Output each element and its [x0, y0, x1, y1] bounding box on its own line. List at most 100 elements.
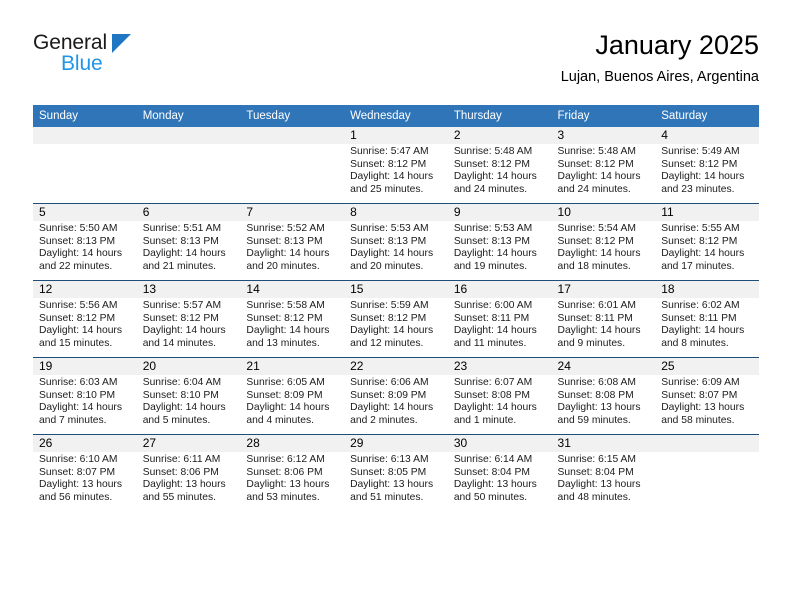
day-number: 8: [344, 204, 448, 221]
calendar-day-cell[interactable]: 28 Sunrise: 6:12 AM Sunset: 8:06 PM Dayligh…: [240, 434, 345, 511]
day-details: Sunrise: 6:10 AM Sunset: 8:07 PM Daylight:…: [33, 452, 137, 504]
day-details: Sunrise: 5:58 AM Sunset: 8:12 PM Daylight:…: [240, 298, 344, 350]
day-cell-inner: 7 Sunrise: 5:52 AM Sunset: 8:13 PM Daylight…: [240, 204, 345, 280]
weekday-header-wednesday: Wednesday: [344, 105, 448, 127]
day-cell-inner: 13 Sunrise: 5:57 AM Sunset: 8:12 PM Dayligh…: [136, 281, 241, 357]
day-details: Sunrise: 6:08 AM Sunset: 8:08 PM Daylight:…: [552, 375, 656, 427]
day-number: 2: [447, 127, 552, 144]
calendar-day-cell[interactable]: 30 Sunrise: 6:14 AM Sunset: 8:04 PM Dayligh…: [447, 434, 552, 511]
calendar-page: General Blue January 2025 Lujan, Buenos …: [0, 0, 792, 612]
sunrise-text: Sunrise: 5:57 AM: [142, 300, 222, 311]
calendar-day-cell[interactable]: 10 Sunrise: 5:54 AM Sunset: 8:12 PM Dayligh…: [551, 203, 656, 281]
sunset-text: Sunset: 8:07 PM: [661, 389, 738, 401]
day-cell-inner: 11 Sunrise: 5:55 AM Sunset: 8:12 PM Dayligh…: [655, 204, 759, 280]
sunrise-text: Sunrise: 6:13 AM: [350, 454, 429, 465]
logo-text-general: General: [33, 31, 108, 54]
daylight-text: Daylight: 14 hours and 5 minutes.: [142, 402, 226, 426]
sunset-text: Sunset: 8:09 PM: [350, 389, 427, 401]
calendar-day-cell[interactable]: 3 Sunrise: 5:48 AM Sunset: 8:12 PM Daylight…: [551, 127, 656, 204]
day-details: Sunrise: 5:53 AM Sunset: 8:13 PM Daylight:…: [448, 221, 552, 273]
calendar-day-cell[interactable]: 19 Sunrise: 6:03 AM Sunset: 8:10 PM Dayligh…: [33, 357, 137, 435]
calendar-day-cell[interactable]: 20 Sunrise: 6:04 AM Sunset: 8:10 PM Dayligh…: [136, 357, 241, 435]
day-cell-inner: 26 Sunrise: 6:10 AM Sunset: 8:07 PM Dayligh…: [33, 435, 137, 511]
calendar-day-cell[interactable]: 11 Sunrise: 5:55 AM Sunset: 8:12 PM Dayligh…: [655, 203, 759, 281]
calendar-day-cell[interactable]: 13 Sunrise: 5:57 AM Sunset: 8:12 PM Dayligh…: [136, 280, 241, 358]
day-number: [240, 127, 345, 144]
day-details: Sunrise: 6:14 AM Sunset: 8:04 PM Daylight:…: [448, 452, 552, 504]
page-subtitle-location: Lujan, Buenos Aires, Argentina: [560, 69, 759, 85]
sunset-text: Sunset: 8:06 PM: [142, 466, 219, 478]
day-cell-inner: 30 Sunrise: 6:14 AM Sunset: 8:04 PM Dayligh…: [447, 435, 552, 511]
calendar-day-cell[interactable]: 18 Sunrise: 6:02 AM Sunset: 8:11 PM Dayligh…: [655, 280, 759, 358]
daylight-text: Daylight: 14 hours and 20 minutes.: [350, 248, 434, 272]
daylight-text: Daylight: 13 hours and 59 minutes.: [557, 402, 641, 426]
calendar-day-cell[interactable]: 15 Sunrise: 5:59 AM Sunset: 8:12 PM Dayligh…: [344, 280, 448, 358]
page-title: January 2025: [595, 30, 759, 60]
day-cell-inner: [136, 127, 241, 203]
day-details: Sunrise: 5:52 AM Sunset: 8:13 PM Daylight:…: [240, 221, 344, 273]
day-number: 22: [344, 358, 448, 375]
sunrise-text: Sunrise: 6:11 AM: [142, 454, 221, 465]
sunset-text: Sunset: 8:11 PM: [453, 312, 530, 324]
sunset-text: Sunset: 8:12 PM: [142, 312, 219, 324]
calendar-day-cell[interactable]: 7 Sunrise: 5:52 AM Sunset: 8:13 PM Daylight…: [240, 203, 345, 281]
calendar-day-cell[interactable]: 8 Sunrise: 5:53 AM Sunset: 8:13 PM Daylight…: [344, 203, 448, 281]
day-number: 9: [447, 204, 552, 221]
calendar-week-row: 1 Sunrise: 5:47 AM Sunset: 8:12 PM Daylight…: [33, 127, 759, 204]
calendar-day-cell[interactable]: 29 Sunrise: 6:13 AM Sunset: 8:05 PM Dayligh…: [344, 434, 448, 511]
day-number: 10: [551, 204, 656, 221]
day-cell-inner: 23 Sunrise: 6:07 AM Sunset: 8:08 PM Dayligh…: [447, 358, 552, 434]
daylight-text: Daylight: 14 hours and 13 minutes.: [246, 325, 330, 349]
calendar-day-cell[interactable]: 5 Sunrise: 5:50 AM Sunset: 8:13 PM Daylight…: [33, 203, 137, 281]
day-number: 1: [344, 127, 448, 144]
calendar-day-cell[interactable]: 14 Sunrise: 5:58 AM Sunset: 8:12 PM Dayligh…: [240, 280, 345, 358]
sunrise-text: Sunrise: 5:56 AM: [39, 300, 118, 311]
calendar-day-cell[interactable]: 9 Sunrise: 5:53 AM Sunset: 8:13 PM Daylight…: [447, 203, 552, 281]
day-details: Sunrise: 5:48 AM Sunset: 8:12 PM Daylight:…: [552, 144, 656, 196]
calendar-day-cell[interactable]: 4 Sunrise: 5:49 AM Sunset: 8:12 PM Daylight…: [655, 127, 759, 204]
calendar-day-cell[interactable]: 23 Sunrise: 6:07 AM Sunset: 8:08 PM Dayligh…: [447, 357, 552, 435]
day-details: Sunrise: 5:54 AM Sunset: 8:12 PM Daylight:…: [552, 221, 656, 273]
calendar-day-cell[interactable]: 21 Sunrise: 6:05 AM Sunset: 8:09 PM Dayligh…: [240, 357, 345, 435]
calendar-day-cell[interactable]: 6 Sunrise: 5:51 AM Sunset: 8:13 PM Daylight…: [136, 203, 241, 281]
weekday-header-monday: Monday: [136, 105, 241, 127]
calendar-day-cell[interactable]: 16 Sunrise: 6:00 AM Sunset: 8:11 PM Dayligh…: [447, 280, 552, 358]
sunrise-text: Sunrise: 5:51 AM: [142, 223, 222, 234]
calendar-day-cell[interactable]: 24 Sunrise: 6:08 AM Sunset: 8:08 PM Dayligh…: [551, 357, 656, 435]
sunset-text: Sunset: 8:05 PM: [350, 466, 427, 478]
weekday-header-tuesday: Tuesday: [240, 105, 345, 127]
sunrise-text: Sunrise: 6:07 AM: [453, 377, 533, 388]
day-number: 31: [551, 435, 656, 452]
calendar-day-cell[interactable]: 25 Sunrise: 6:09 AM Sunset: 8:07 PM Dayligh…: [655, 357, 759, 435]
day-cell-inner: 15 Sunrise: 5:59 AM Sunset: 8:12 PM Dayligh…: [344, 281, 448, 357]
daylight-text: Daylight: 14 hours and 20 minutes.: [246, 248, 330, 272]
calendar-day-cell[interactable]: 12 Sunrise: 5:56 AM Sunset: 8:12 PM Dayligh…: [33, 280, 137, 358]
daylight-text: Daylight: 14 hours and 17 minutes.: [661, 248, 745, 272]
calendar-day-cell[interactable]: 26 Sunrise: 6:10 AM Sunset: 8:07 PM Dayligh…: [33, 434, 137, 511]
day-cell-inner: 6 Sunrise: 5:51 AM Sunset: 8:13 PM Daylight…: [136, 204, 241, 280]
sunset-text: Sunset: 8:12 PM: [453, 158, 530, 170]
calendar-day-cell[interactable]: 22 Sunrise: 6:06 AM Sunset: 8:09 PM Dayligh…: [344, 357, 448, 435]
daylight-text: Daylight: 13 hours and 53 minutes.: [246, 479, 330, 503]
generalblue-logo[interactable]: General Blue: [33, 32, 213, 88]
calendar-day-cell[interactable]: 27 Sunrise: 6:11 AM Sunset: 8:06 PM Dayligh…: [136, 434, 241, 511]
sunset-text: Sunset: 8:04 PM: [557, 466, 634, 478]
day-details: Sunrise: 5:51 AM Sunset: 8:13 PM Daylight:…: [137, 221, 241, 273]
day-cell-inner: 22 Sunrise: 6:06 AM Sunset: 8:09 PM Dayligh…: [344, 358, 448, 434]
sunrise-text: Sunrise: 5:59 AM: [350, 300, 429, 311]
day-cell-inner: 5 Sunrise: 5:50 AM Sunset: 8:13 PM Daylight…: [33, 204, 137, 280]
day-number: 18: [655, 281, 759, 298]
sunrise-text: Sunrise: 5:49 AM: [661, 146, 740, 157]
calendar-day-cell[interactable]: 31 Sunrise: 6:15 AM Sunset: 8:04 PM Dayligh…: [551, 434, 656, 511]
day-details: Sunrise: 6:05 AM Sunset: 8:09 PM Daylight:…: [240, 375, 344, 427]
sunset-text: Sunset: 8:08 PM: [453, 389, 530, 401]
calendar-day-cell[interactable]: 2 Sunrise: 5:48 AM Sunset: 8:12 PM Daylight…: [447, 127, 552, 204]
day-details: Sunrise: 5:53 AM Sunset: 8:13 PM Daylight:…: [344, 221, 448, 273]
calendar-day-cell[interactable]: 1 Sunrise: 5:47 AM Sunset: 8:12 PM Daylight…: [344, 127, 448, 204]
daylight-text: Daylight: 13 hours and 56 minutes.: [39, 479, 122, 503]
day-number: [655, 435, 759, 452]
sunrise-text: Sunrise: 6:04 AM: [142, 377, 222, 388]
sunrise-text: Sunrise: 5:47 AM: [350, 146, 429, 157]
sunrise-text: Sunrise: 5:48 AM: [557, 146, 636, 157]
calendar-day-cell[interactable]: 17 Sunrise: 6:01 AM Sunset: 8:11 PM Dayligh…: [551, 280, 656, 358]
